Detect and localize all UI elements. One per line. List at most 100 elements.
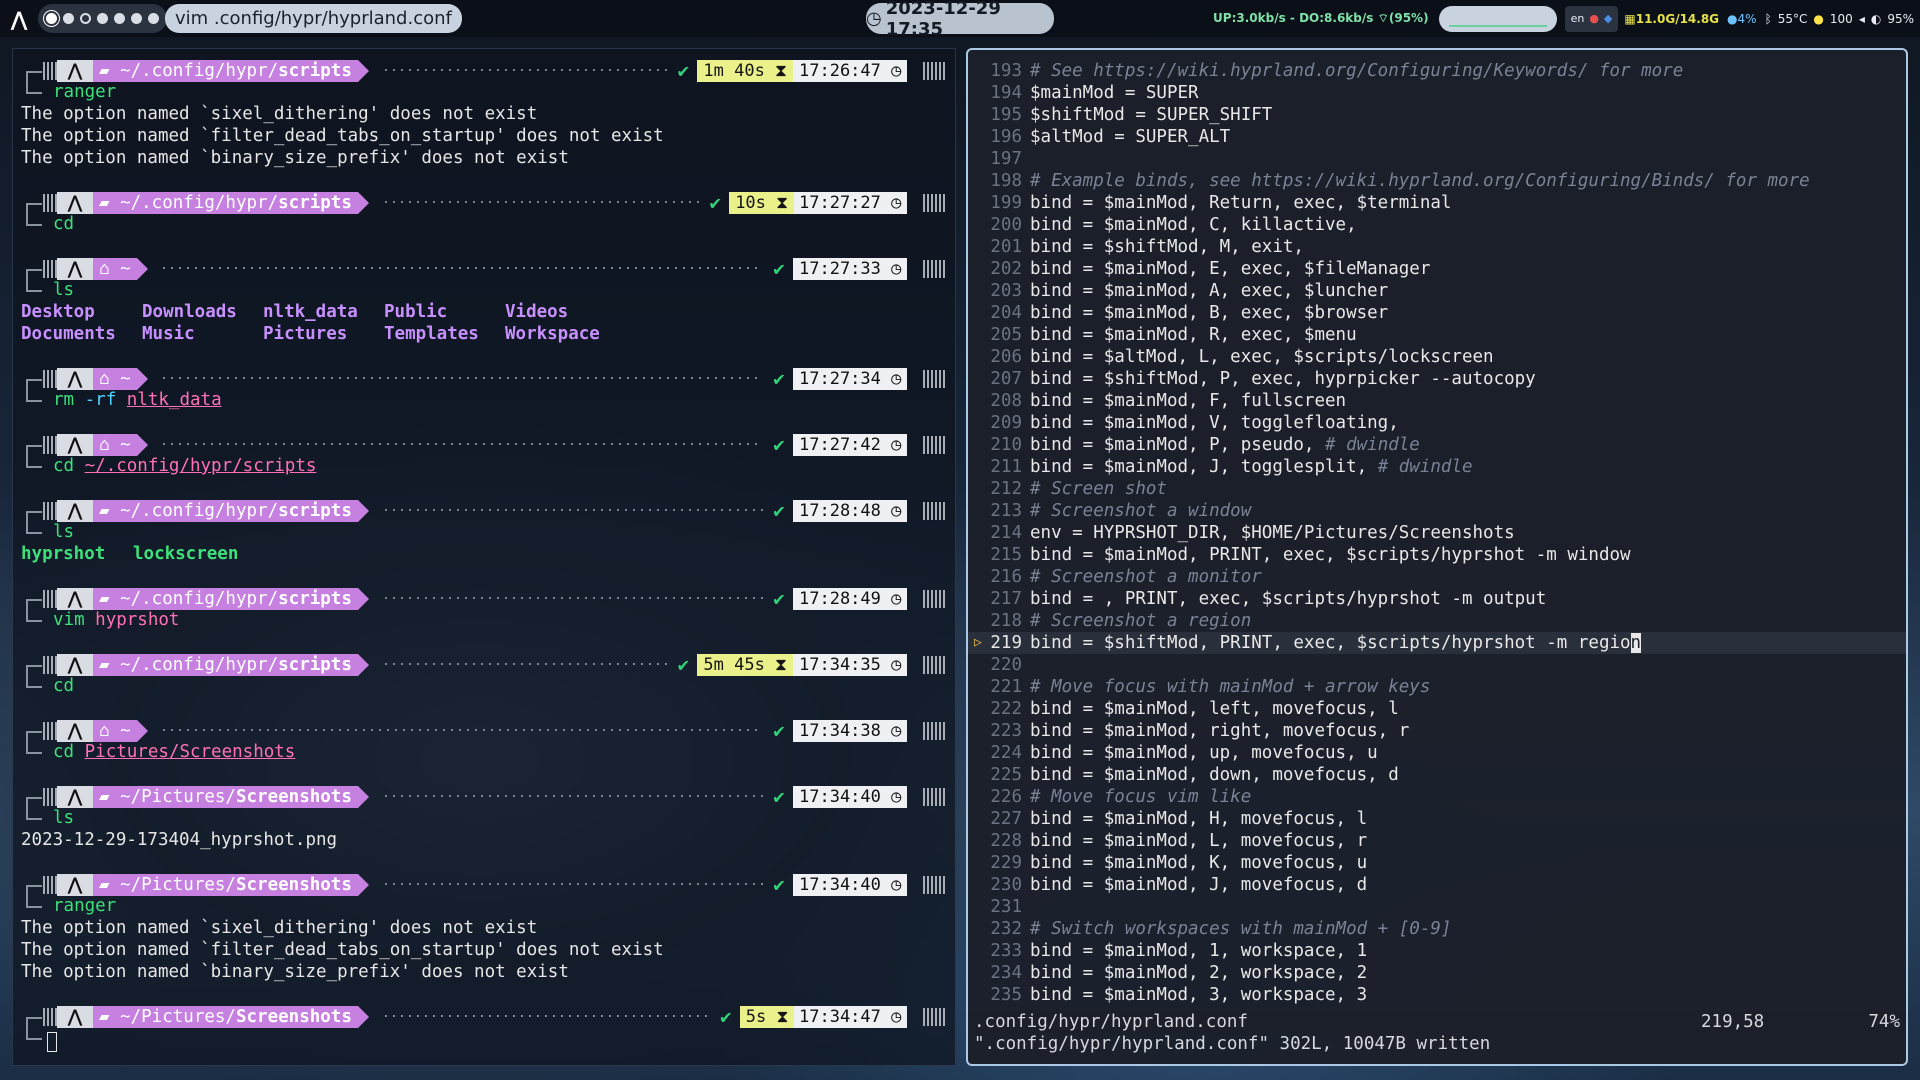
vim-line[interactable]: 211 bind = $mainMod, J, togglesplit, # dw… bbox=[968, 456, 1906, 478]
prompt-path: ▰ ~/.config/hypr/scripts bbox=[93, 588, 369, 610]
vim-line[interactable]: 204 bind = $mainMod, B, exec, $browser bbox=[968, 302, 1906, 324]
path-prefix: ~/Pictures/ bbox=[120, 875, 236, 895]
command-line: cd ~/.config/hypr/scripts bbox=[53, 455, 316, 477]
prompt-filler bbox=[385, 795, 763, 797]
vim-line[interactable]: 193 # See https://wiki.hyprland.org/Confi… bbox=[968, 60, 1906, 82]
vim-line[interactable]: 210 bind = $mainMod, P, pseudo, # dwindle bbox=[968, 434, 1906, 456]
wifi-strength: (95%) bbox=[1388, 11, 1429, 25]
vim-line[interactable]: 195 $shiftMod = SUPER_SHIFT bbox=[968, 104, 1906, 126]
vim-line[interactable]: 199 bind = $mainMod, Return, exec, $termi… bbox=[968, 192, 1906, 214]
vim-line[interactable]: 235 bind = $mainMod, 3, workspace, 3 bbox=[968, 984, 1906, 1006]
tray-app-icon[interactable]: ◆ bbox=[1604, 12, 1612, 25]
vim-line[interactable]: 196 $altMod = SUPER_ALT bbox=[968, 126, 1906, 148]
vim-line[interactable]: 202 bind = $mainMod, E, exec, $fileManage… bbox=[968, 258, 1906, 280]
command-name: ls bbox=[53, 808, 75, 828]
workspace-dot[interactable] bbox=[114, 13, 125, 24]
vim-line[interactable]: 229 bind = $mainMod, K, movefocus, u bbox=[968, 852, 1906, 874]
success-check-icon: ✔ bbox=[677, 654, 690, 676]
bluetooth-icon[interactable]: ᛒ bbox=[1765, 12, 1772, 26]
vim-line[interactable]: 218 # Screenshot a region bbox=[968, 610, 1906, 632]
vim-line[interactable]: 212 # Screen shot bbox=[968, 478, 1906, 500]
media-widget[interactable] bbox=[1438, 5, 1557, 32]
workspace-dot[interactable] bbox=[97, 13, 108, 24]
vim-line[interactable]: 221 # Move focus with mainMod + arrow key… bbox=[968, 676, 1906, 698]
directory-entry[interactable]: Templates bbox=[384, 323, 479, 345]
command-name: cd bbox=[53, 742, 75, 762]
workspace-dot-active[interactable] bbox=[46, 13, 57, 24]
prompt-filler bbox=[162, 729, 763, 731]
vim-line[interactable]: 230 bind = $mainMod, J, movefocus, d bbox=[968, 874, 1906, 896]
vim-line[interactable]: 206 bind = $altMod, L, exec, $scripts/loc… bbox=[968, 346, 1906, 368]
path-current-dir: Screenshots bbox=[235, 875, 352, 895]
vim-line[interactable]: 234 bind = $mainMod, 2, workspace, 2 bbox=[968, 962, 1906, 984]
vim-line[interactable]: 207 bind = $shiftMod, P, exec, hyprpicker… bbox=[968, 368, 1906, 390]
vim-line[interactable]: 233 bind = $mainMod, 1, workspace, 1 bbox=[968, 940, 1906, 962]
prompt-end-segment bbox=[923, 194, 945, 212]
vim-line[interactable]: 231 bbox=[968, 896, 1906, 918]
vim-line[interactable]: 209 bind = $mainMod, V, togglefloating, bbox=[968, 412, 1906, 434]
directory-entry[interactable]: nltk_data bbox=[263, 301, 358, 323]
workspace-dot[interactable] bbox=[131, 13, 142, 24]
line-text: bind = $mainMod, J, movefocus, d bbox=[1030, 875, 1368, 895]
vim-line[interactable]: 201 bind = $shiftMod, M, exit, bbox=[968, 236, 1906, 258]
system-tray[interactable]: en ● ◆ bbox=[1564, 5, 1619, 32]
output-line: The option named `binary_size_prefix' do… bbox=[21, 148, 569, 168]
line-number: 215 bbox=[990, 545, 1022, 565]
directory-entry[interactable]: Downloads bbox=[142, 301, 237, 323]
workspace-dot[interactable] bbox=[148, 13, 159, 24]
vim-line[interactable]: 214 env = HYPRSHOT_DIR, $HOME/Pictures/Sc… bbox=[968, 522, 1906, 544]
vim-line[interactable]: 205 bind = $mainMod, R, exec, $menu bbox=[968, 324, 1906, 346]
vim-line[interactable]: 217 bind = , PRINT, exec, $scripts/hyprsh… bbox=[968, 588, 1906, 610]
vim-line[interactable]: 200 bind = $mainMod, C, killactive, bbox=[968, 214, 1906, 236]
arch-logo-icon[interactable]: ⋀ bbox=[0, 0, 38, 37]
vim-line[interactable]: 223 bind = $mainMod, right, movefocus, r bbox=[968, 720, 1906, 742]
directory-entry[interactable]: Music bbox=[142, 323, 195, 345]
terminal-window[interactable]: ⋀ ▰ ~/.config/hypr/scripts 17:26:47 ◷ 1m 40… bbox=[12, 48, 956, 1066]
command-name: cd bbox=[53, 456, 75, 476]
directory-entry[interactable]: Desktop bbox=[21, 301, 95, 323]
file-entry[interactable]: lockscreen bbox=[133, 543, 238, 565]
workspace-indicator[interactable] bbox=[38, 4, 167, 33]
current-line-sign-icon: ▷ bbox=[974, 635, 982, 650]
vim-line[interactable]: 232 # Switch workspaces with mainMod + [0… bbox=[968, 918, 1906, 940]
arch-logo-icon: ⋀ bbox=[57, 588, 93, 610]
vim-line[interactable]: 208 bind = $mainMod, F, fullscreen bbox=[968, 390, 1906, 412]
vim-line[interactable]: 198 # Example binds, see https://wiki.hyp… bbox=[968, 170, 1906, 192]
workspace-dot[interactable] bbox=[80, 13, 91, 24]
vim-line[interactable]: 197 bbox=[968, 148, 1906, 170]
directory-entry[interactable]: Workspace bbox=[505, 323, 600, 345]
vim-line[interactable]: 194 $mainMod = SUPER bbox=[968, 82, 1906, 104]
vim-line[interactable]: 224 bind = $mainMod, up, movefocus, u bbox=[968, 742, 1906, 764]
directory-entry[interactable]: Pictures bbox=[263, 323, 347, 345]
file-entry[interactable]: hyprshot bbox=[21, 543, 105, 565]
vim-line[interactable]: 215 bind = $mainMod, PRINT, exec, $script… bbox=[968, 544, 1906, 566]
vim-line[interactable]: 203 bind = $mainMod, A, exec, $luncher bbox=[968, 280, 1906, 302]
workspace-dot[interactable] bbox=[63, 13, 74, 24]
directory-entry[interactable]: Public bbox=[384, 301, 447, 323]
clock[interactable]: ◷ 2023-12-29 17:35 bbox=[866, 0, 1054, 40]
vim-line[interactable]: 213 # Screenshot a window bbox=[968, 500, 1906, 522]
network-speed: UP:3.0kb/s - DO:8.6kb/s ⌔(95%) bbox=[1213, 11, 1429, 25]
vim-line[interactable]: 222 bind = $mainMod, left, movefocus, l bbox=[968, 698, 1906, 720]
directory-entry[interactable]: Documents bbox=[21, 323, 116, 345]
line-number: 201 bbox=[990, 237, 1022, 257]
language-indicator[interactable]: en bbox=[1571, 12, 1585, 25]
brightness-icon[interactable]: ◐ bbox=[1871, 12, 1881, 26]
vim-line-current[interactable]: ▷ 219 bind = $shiftMod, PRINT, exec, $scri… bbox=[968, 632, 1906, 654]
command-line: cd bbox=[53, 675, 74, 697]
folder-icon: ▰ bbox=[99, 501, 121, 521]
vim-line[interactable]: 225 bind = $mainMod, down, movefocus, d bbox=[968, 764, 1906, 786]
tray-app-icon[interactable]: ● bbox=[1589, 12, 1599, 25]
vim-line[interactable]: 226 # Move focus vim like bbox=[968, 786, 1906, 808]
vim-line[interactable]: 227 bind = $mainMod, H, movefocus, l bbox=[968, 808, 1906, 830]
vim-line[interactable]: 216 # Screenshot a monitor bbox=[968, 566, 1906, 588]
duration-text: 5m 45s bbox=[703, 655, 776, 675]
line-text: $shiftMod = SUPER_SHIFT bbox=[1030, 105, 1273, 125]
vim-window[interactable]: 193 # See https://wiki.hyprland.org/Confi… bbox=[966, 48, 1908, 1066]
path-prefix: ~ bbox=[120, 369, 131, 389]
directory-entry[interactable]: Videos bbox=[505, 301, 568, 323]
vim-line[interactable]: 220 bbox=[968, 654, 1906, 676]
volume-icon[interactable]: ◂ bbox=[1859, 12, 1865, 26]
vim-line[interactable]: 228 bind = $mainMod, L, movefocus, r bbox=[968, 830, 1906, 852]
command-name: ls bbox=[53, 280, 75, 300]
